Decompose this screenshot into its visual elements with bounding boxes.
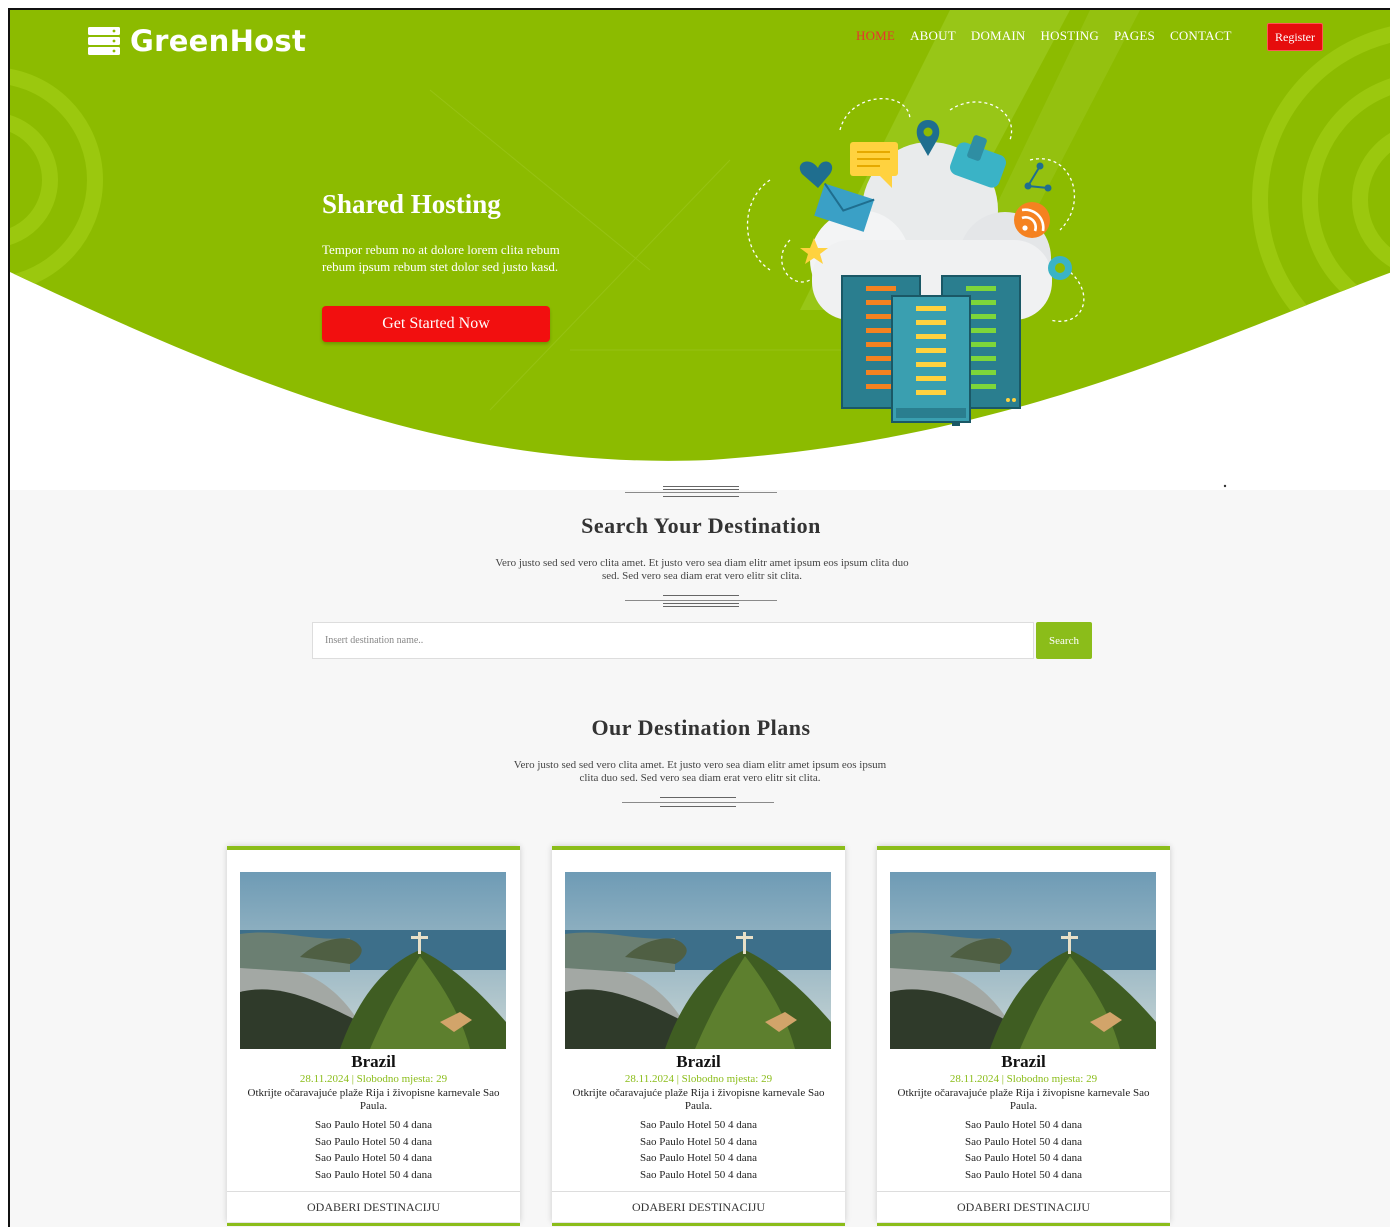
hero-section: GreenHost HOME ABOUT DOMAIN HOSTING PAGE… <box>10 10 1390 490</box>
get-started-button[interactable]: Get Started Now <box>322 306 550 342</box>
section-divider <box>622 796 774 810</box>
share-icon <box>1024 162 1052 192</box>
card-item-list: Sao Paulo Hotel 50 4 dana Sao Paulo Hote… <box>227 1117 520 1183</box>
destination-photo <box>240 872 506 1049</box>
destination-search-input[interactable] <box>312 622 1034 659</box>
destination-photo <box>565 872 831 1049</box>
hero-text: Tempor rebum no at dolore lorem clita re… <box>322 242 560 274</box>
destination-card: Brazil 28.11.2024 | Slobodno mjesta: 29 … <box>227 846 520 1226</box>
list-item: Sao Paulo Hotel 50 4 dana <box>314 1119 432 1131</box>
card-title: Brazil <box>676 1052 721 1071</box>
section-divider <box>625 594 777 608</box>
destination-card: Brazil 28.11.2024 | Slobodno mjesta: 29 … <box>552 846 845 1226</box>
card-bottom-bar <box>552 1223 845 1226</box>
rss-icon <box>1014 202 1050 238</box>
card-item-list: Sao Paulo Hotel 50 4 dana Sao Paulo Hote… <box>877 1117 1170 1183</box>
card-bottom-bar <box>877 1223 1170 1226</box>
card-bottom-bar <box>227 1223 520 1226</box>
select-destination-button[interactable]: ODABERI DESTINACIJU <box>227 1191 520 1222</box>
nav-item-about[interactable]: ABOUT <box>910 28 956 44</box>
destination-card: Brazil 28.11.2024 | Slobodno mjesta: 29 … <box>877 846 1170 1226</box>
card-meta: 28.11.2024 | Slobodno mjesta: 29 <box>949 1073 1098 1085</box>
nav-item-hosting[interactable]: HOSTING <box>1041 28 1099 44</box>
heart-icon <box>799 161 833 188</box>
hero-title: Shared Hosting <box>322 189 501 219</box>
card-description: Otkrijte očaravajuće plaže Rija i živopi… <box>247 1087 500 1112</box>
cloud-server-illustration <box>746 98 1085 426</box>
server-logo-icon <box>88 27 120 55</box>
list-item: Sao Paulo Hotel 50 4 dana <box>964 1135 1082 1148</box>
server-rack-center <box>891 295 971 426</box>
list-item: Sao Paulo Hotel 50 4 dana <box>639 1168 757 1181</box>
list-item: Sao Paulo Hotel 50 4 dana <box>314 1152 432 1165</box>
card-title: Brazil <box>351 1052 396 1071</box>
search-section-title: Search Your Destination <box>581 513 821 538</box>
nav-item-domain[interactable]: DOMAIN <box>971 28 1026 44</box>
card-description: Otkrijte očaravajuće plaže Rija i živopi… <box>897 1087 1150 1112</box>
list-item: Sao Paulo Hotel 50 4 dana <box>639 1152 757 1165</box>
nav-item-pages[interactable]: PAGES <box>1114 28 1155 44</box>
brand-name: GreenHost <box>130 24 307 58</box>
card-description: Otkrijte očaravajuće plaže Rija i živopi… <box>572 1087 825 1112</box>
select-destination-button[interactable]: ODABERI DESTINACIJU <box>877 1191 1170 1222</box>
card-meta: 28.11.2024 | Slobodno mjesta: 29 <box>299 1073 448 1085</box>
page-frame: GreenHost HOME ABOUT DOMAIN HOSTING PAGE… <box>8 8 1390 1227</box>
section-divider <box>625 486 777 500</box>
list-item: Sao Paulo Hotel 50 4 dana <box>314 1135 432 1148</box>
nav-item-home[interactable]: HOME <box>856 28 895 44</box>
list-item: Sao Paulo Hotel 50 4 dana <box>314 1168 432 1181</box>
plans-section-title: Our Destination Plans <box>591 715 811 740</box>
card-item-list: Sao Paulo Hotel 50 4 dana Sao Paulo Hote… <box>552 1117 845 1183</box>
main-nav: HOME ABOUT DOMAIN HOSTING PAGES CONTACT <box>856 28 1247 44</box>
plans-section-text: Vero justo sed sed vero clita amet. Et j… <box>513 759 887 784</box>
card-meta: 28.11.2024 | Slobodno mjesta: 29 <box>624 1073 773 1085</box>
list-item: Sao Paulo Hotel 50 4 dana <box>964 1168 1082 1181</box>
list-item: Sao Paulo Hotel 50 4 dana <box>964 1119 1082 1131</box>
search-button[interactable]: Search <box>1036 622 1092 659</box>
list-item: Sao Paulo Hotel 50 4 dana <box>639 1119 757 1131</box>
list-item: Sao Paulo Hotel 50 4 dana <box>639 1135 757 1148</box>
brand[interactable]: GreenHost <box>88 24 306 58</box>
gear-icon <box>1048 256 1072 280</box>
search-section-text: Vero justo sed sed vero clita amet. Et j… <box>495 557 909 582</box>
list-item: Sao Paulo Hotel 50 4 dana <box>964 1152 1082 1165</box>
destination-photo <box>890 872 1156 1049</box>
register-button[interactable]: Register <box>1267 23 1323 51</box>
select-destination-button[interactable]: ODABERI DESTINACIJU <box>552 1191 845 1222</box>
nav-item-contact[interactable]: CONTACT <box>1170 28 1232 44</box>
card-title: Brazil <box>1001 1052 1046 1071</box>
hero-background <box>10 10 1390 488</box>
